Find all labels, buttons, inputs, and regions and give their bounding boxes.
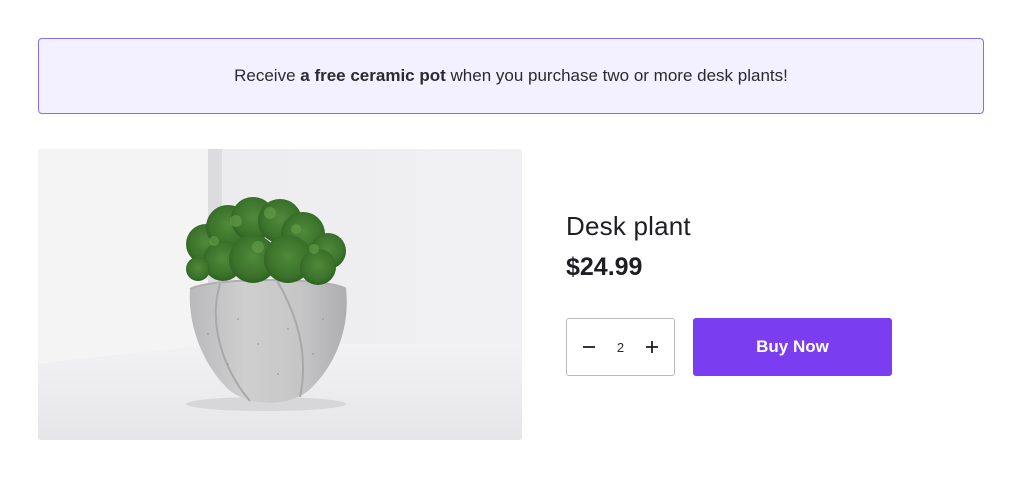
promo-text-suffix: when you purchase two or more desk plant…: [445, 66, 788, 85]
minus-icon[interactable]: [579, 337, 599, 357]
buy-now-button[interactable]: Buy Now: [693, 318, 892, 376]
quantity-stepper[interactable]: 2: [566, 318, 675, 376]
product-title: Desk plant: [566, 211, 691, 241]
plus-icon[interactable]: [642, 337, 662, 357]
product-page: Receive a free ceramic pot when you purc…: [0, 0, 1024, 480]
promo-banner: Receive a free ceramic pot when you purc…: [38, 38, 984, 114]
product-price: $24.99: [566, 253, 643, 281]
product-image: [38, 149, 522, 440]
quantity-value[interactable]: 2: [617, 340, 624, 355]
promo-text-prefix: Receive: [234, 66, 301, 85]
promo-text-highlight: a free ceramic pot: [300, 66, 446, 85]
